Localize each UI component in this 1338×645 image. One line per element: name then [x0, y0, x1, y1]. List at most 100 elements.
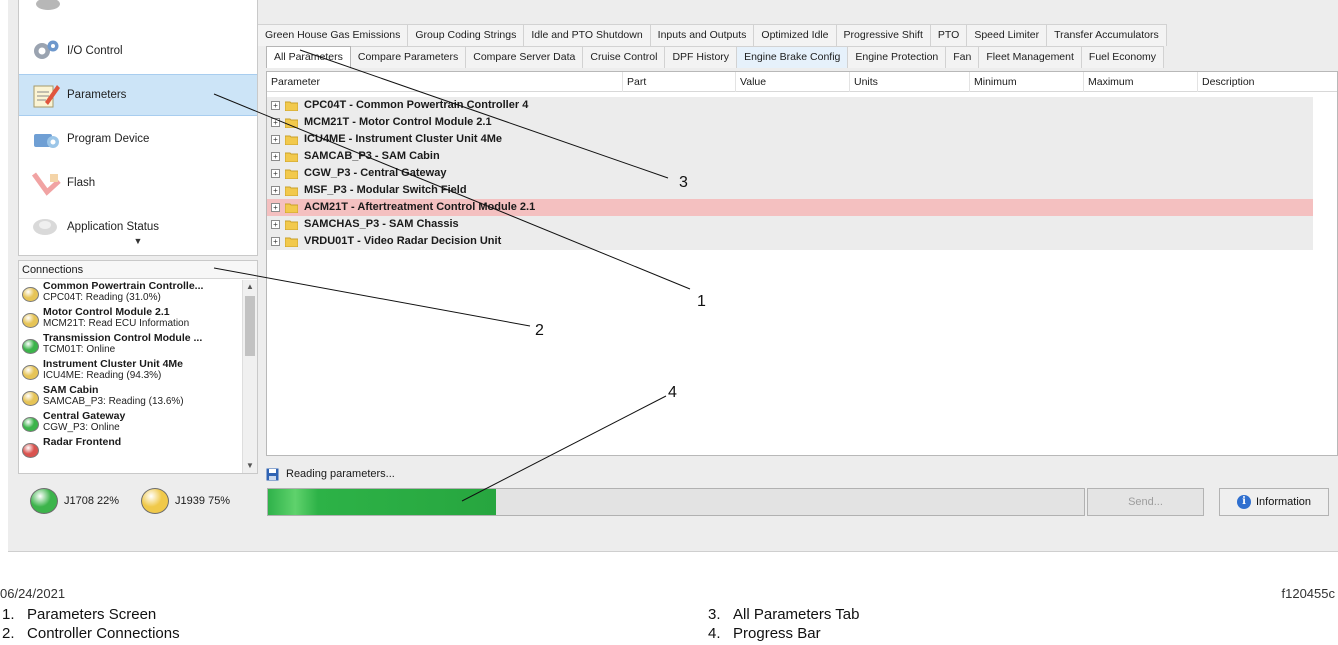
- tab-idle-pto-shutdown[interactable]: Idle and PTO Shutdown: [524, 24, 651, 46]
- connection-item[interactable]: Instrument Cluster Unit 4Me ICU4ME: Read…: [19, 358, 243, 384]
- connection-item[interactable]: Radar Frontend: [19, 436, 243, 462]
- tab-progressive-shift[interactable]: Progressive Shift: [836, 24, 931, 46]
- tab-optimized-idle[interactable]: Optimized Idle: [754, 24, 837, 46]
- connection-name: Central Gateway: [43, 410, 126, 422]
- connection-name: Radar Frontend: [43, 436, 122, 448]
- tab-transfer-accumulators[interactable]: Transfer Accumulators: [1047, 24, 1167, 46]
- expand-icon[interactable]: +: [271, 135, 280, 144]
- tab-compare-parameters[interactable]: Compare Parameters: [350, 46, 467, 68]
- tree-row[interactable]: + CGW_P3 - Central Gateway: [267, 165, 1313, 182]
- tab-speed-limiter[interactable]: Speed Limiter: [967, 24, 1048, 46]
- tab-dpf-history[interactable]: DPF History: [665, 46, 738, 68]
- folder-icon: [285, 169, 298, 179]
- connection-name: Motor Control Module 2.1: [43, 306, 170, 318]
- tab-compare-server-data[interactable]: Compare Server Data: [466, 46, 584, 68]
- nav-item-program-device[interactable]: Program Device: [19, 118, 257, 160]
- expand-icon[interactable]: +: [271, 203, 280, 212]
- nav-item-flash[interactable]: Flash: [19, 162, 257, 204]
- callout-2: 2: [535, 322, 544, 339]
- bus-status-bar: J1708 22% J1939 75%: [18, 484, 258, 518]
- tab-engine-protection[interactable]: Engine Protection: [848, 46, 947, 68]
- parameters-grid: Parameter Part Value Units Minimum Maxim…: [266, 71, 1338, 456]
- tree-row[interactable]: + VRDU01T - Video Radar Decision Unit: [267, 233, 1313, 250]
- tab-green-house-gas-emissions[interactable]: Green House Gas Emissions: [258, 24, 409, 46]
- folder-icon: [285, 186, 298, 196]
- nav-item-parameters[interactable]: Parameters: [19, 74, 257, 116]
- legend-text: All Parameters Tab: [733, 606, 860, 623]
- tab-row-1: Green House Gas Emissions Group Coding S…: [258, 24, 1167, 46]
- legend-item-1: 1. Parameters Screen: [2, 606, 156, 623]
- tree-row-label: VRDU01T - Video Radar Decision Unit: [304, 235, 502, 247]
- tree-row[interactable]: + SAMCAB_P3 - SAM Cabin: [267, 148, 1313, 165]
- tree-row[interactable]: + ICU4ME - Instrument Cluster Unit 4Me: [267, 131, 1313, 148]
- tree-row[interactable]: + MCM21T - Motor Control Module 2.1: [267, 114, 1313, 131]
- progress-bar: [267, 488, 1085, 516]
- connections-scrollbar[interactable]: ▲ ▼: [242, 280, 257, 473]
- callout-3: 3: [679, 174, 688, 191]
- connection-item[interactable]: SAM Cabin SAMCAB_P3: Reading (13.6%): [19, 384, 243, 410]
- nav-more-icon[interactable]: ▼: [19, 236, 257, 252]
- connections-header: Connections: [19, 261, 257, 279]
- legend-number: 3.: [708, 606, 721, 623]
- tree-row[interactable]: + MSF_P3 - Modular Switch Field: [267, 182, 1313, 199]
- tab-group-coding-strings[interactable]: Group Coding Strings: [408, 24, 525, 46]
- column-header-maximum[interactable]: Maximum: [1083, 72, 1134, 92]
- expand-icon[interactable]: +: [271, 118, 280, 127]
- flash-icon: [29, 167, 63, 199]
- connection-item[interactable]: Transmission Control Module ... TCM01T: …: [19, 332, 243, 358]
- callout-4: 4: [668, 384, 677, 401]
- send-button[interactable]: Send...: [1087, 488, 1204, 516]
- tree-row-label: MSF_P3 - Modular Switch Field: [304, 184, 467, 196]
- tab-cruise-control[interactable]: Cruise Control: [583, 46, 666, 68]
- column-header-minimum[interactable]: Minimum: [969, 72, 1017, 92]
- expand-icon[interactable]: +: [271, 237, 280, 246]
- expand-icon[interactable]: +: [271, 169, 280, 178]
- expand-icon[interactable]: +: [271, 152, 280, 161]
- folder-icon: [285, 101, 298, 111]
- connection-status-light-icon: [22, 365, 39, 380]
- tab-engine-brake-config[interactable]: Engine Brake Config: [737, 46, 849, 68]
- column-header-description[interactable]: Description: [1197, 72, 1255, 92]
- connection-item[interactable]: Common Powertrain Controlle... CPC04T: R…: [19, 280, 243, 306]
- legend-item-2: 2. Controller Connections: [2, 625, 180, 642]
- legend-text: Controller Connections: [27, 625, 180, 642]
- tab-fleet-management[interactable]: Fleet Management: [979, 46, 1082, 68]
- scroll-down-icon[interactable]: ▼: [243, 459, 257, 473]
- column-header-part[interactable]: Part: [622, 72, 646, 92]
- figure-date: 06/24/2021: [0, 586, 66, 601]
- legend-item-3: 3. All Parameters Tab: [708, 606, 859, 623]
- tree-row[interactable]: + CPC04T - Common Powertrain Controller 4: [267, 97, 1313, 114]
- connection-item[interactable]: Motor Control Module 2.1 MCM21T: Read EC…: [19, 306, 243, 332]
- status-text: Reading parameters...: [286, 468, 395, 480]
- tab-inputs-outputs[interactable]: Inputs and Outputs: [650, 24, 755, 46]
- scroll-up-icon[interactable]: ▲: [243, 280, 257, 294]
- folder-icon: [285, 118, 298, 128]
- tree-row[interactable]: + SAMCHAS_P3 - SAM Chassis: [267, 216, 1313, 233]
- j1708-status-light-icon: [30, 488, 58, 514]
- left-navigation: I/O Control Parameters Program Device Fl…: [18, 0, 258, 256]
- column-header-parameter[interactable]: Parameter: [267, 72, 320, 92]
- expand-icon[interactable]: +: [271, 101, 280, 110]
- scrollbar-thumb[interactable]: [245, 296, 255, 356]
- tree-row-label: SAMCAB_P3 - SAM Cabin: [304, 150, 440, 162]
- column-header-units[interactable]: Units: [849, 72, 878, 92]
- expand-icon[interactable]: +: [271, 186, 280, 195]
- tab-all-parameters[interactable]: All Parameters: [266, 46, 351, 68]
- information-button[interactable]: i Information: [1219, 488, 1329, 516]
- tree-row-alarm[interactable]: + ACM21T - Aftertreatment Control Module …: [267, 199, 1313, 216]
- folder-icon: [285, 152, 298, 162]
- connection-status-light-icon: [22, 417, 39, 432]
- expand-icon[interactable]: +: [271, 220, 280, 229]
- connection-item[interactable]: Central Gateway CGW_P3: Online: [19, 410, 243, 436]
- nav-item-io-control[interactable]: I/O Control: [19, 30, 257, 72]
- tree-row-label: SAMCHAS_P3 - SAM Chassis: [304, 218, 459, 230]
- connection-status: ICU4ME: Reading (94.3%): [43, 370, 162, 381]
- tab-fan[interactable]: Fan: [946, 46, 980, 68]
- nav-item-label: Application Status: [67, 221, 160, 233]
- column-header-value[interactable]: Value: [735, 72, 766, 92]
- info-icon: i: [1236, 495, 1251, 509]
- tab-fuel-economy[interactable]: Fuel Economy: [1081, 46, 1165, 68]
- parameters-icon: [29, 79, 63, 111]
- information-button-label: Information: [1255, 496, 1312, 508]
- tab-pto[interactable]: PTO: [930, 24, 968, 46]
